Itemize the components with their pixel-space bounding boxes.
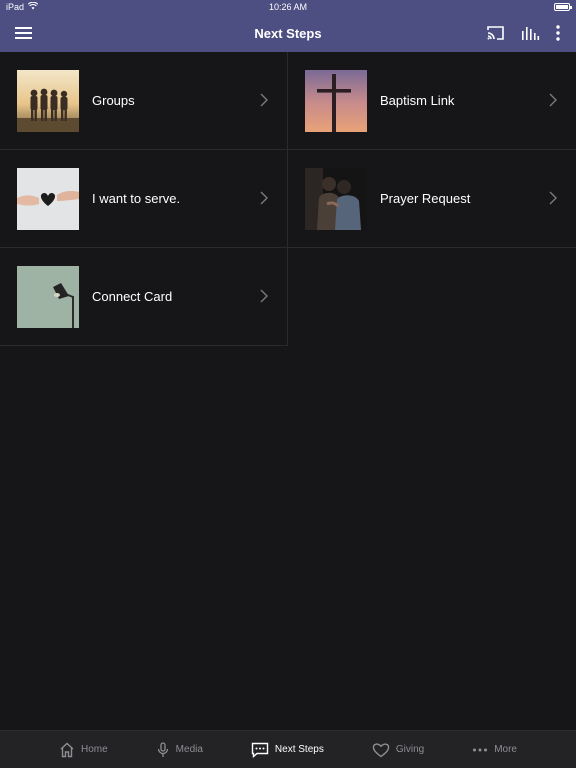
nav-bar: Next Steps — [0, 15, 576, 52]
cross-sunset-photo — [305, 70, 367, 132]
hands-heart-photo — [17, 168, 79, 230]
cast-icon[interactable] — [486, 24, 506, 42]
more-vertical-icon[interactable] — [554, 24, 562, 42]
tab-home[interactable]: Home — [35, 731, 132, 768]
tab-bar: Home Media Next Steps Giving More — [0, 730, 576, 768]
next-step-item-prayer-request[interactable]: Prayer Request — [288, 150, 576, 248]
status-time: 10:26 AM — [268, 2, 308, 12]
tab-giving[interactable]: Giving — [348, 731, 448, 768]
next-step-item-connect-card[interactable]: Connect Card — [0, 248, 288, 346]
tab-label: Giving — [395, 744, 425, 755]
chat-bubble-icon — [251, 742, 269, 758]
nav-actions — [486, 24, 562, 42]
next-step-item-groups[interactable]: Groups — [0, 52, 288, 150]
audio-bars-icon[interactable] — [520, 24, 540, 42]
tab-label: More — [494, 744, 517, 755]
tab-label: Media — [175, 744, 203, 755]
friends-sunset-photo — [17, 70, 79, 132]
chevron-right-icon — [259, 191, 269, 205]
next-step-label: Baptism Link — [380, 93, 455, 108]
battery-icon — [554, 3, 572, 11]
desk-lamp-photo — [17, 266, 79, 328]
next-step-label: Groups — [92, 93, 135, 108]
tab-next-steps[interactable]: Next Steps — [227, 731, 348, 768]
tab-media[interactable]: Media — [132, 731, 227, 768]
home-icon — [59, 742, 75, 758]
status-bar: iPad 10:26 AM — [0, 0, 576, 15]
chevron-right-icon — [259, 289, 269, 303]
chevron-right-icon — [259, 93, 269, 107]
chevron-right-icon — [548, 93, 558, 107]
next-step-item-baptism-link[interactable]: Baptism Link — [288, 52, 576, 150]
tab-more[interactable]: More — [448, 731, 541, 768]
ellipsis-icon — [472, 747, 488, 753]
next-step-label: I want to serve. — [92, 191, 181, 206]
tab-label: Next Steps — [274, 744, 324, 755]
men-praying-photo — [305, 168, 367, 230]
next-step-item-serve[interactable]: I want to serve. — [0, 150, 288, 248]
heart-icon — [372, 742, 390, 758]
tab-label: Home — [80, 744, 108, 755]
next-step-label: Prayer Request — [380, 191, 471, 206]
chevron-right-icon — [548, 191, 558, 205]
microphone-icon — [156, 741, 170, 758]
next-step-label: Connect Card — [92, 289, 173, 304]
